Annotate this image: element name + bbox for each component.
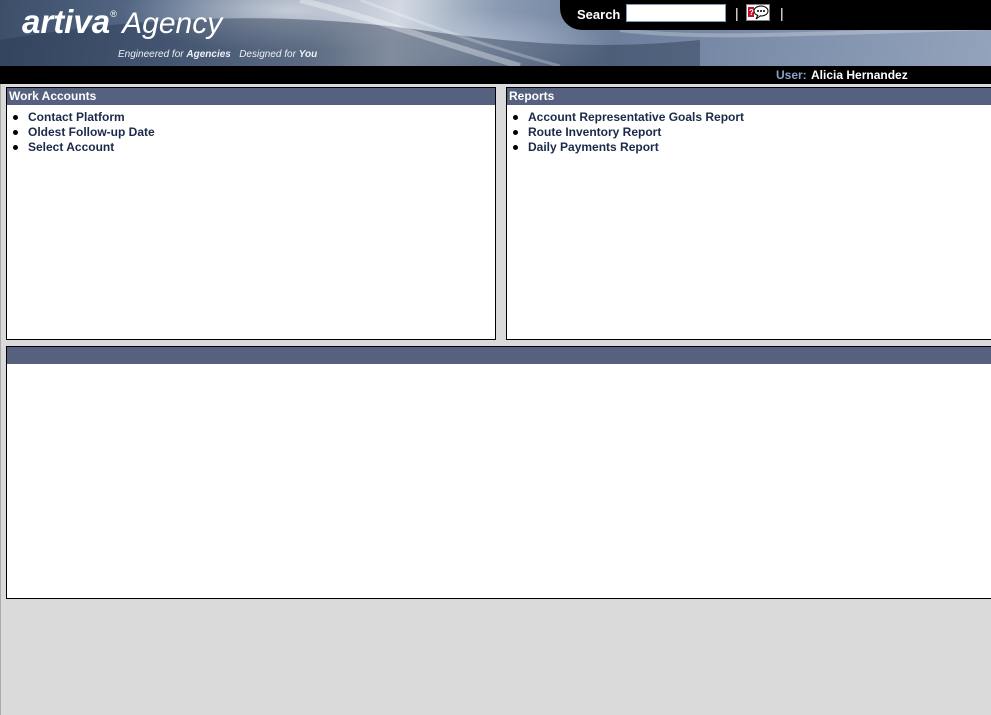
separator: | [780, 5, 784, 21]
select-account-link[interactable]: Select Account [28, 140, 114, 154]
work-accounts-panel: Work Accounts Contact Platform Oldest Fo… [6, 87, 496, 340]
daily-payments-report-link[interactable]: Daily Payments Report [528, 140, 659, 154]
help-chat-button[interactable]: ? [746, 4, 770, 21]
reports-header: Reports [507, 88, 991, 105]
list-item: Route Inventory Report [507, 125, 991, 140]
reports-list: Account Representative Goals Report Rout… [507, 110, 991, 155]
tagline-designed: Designed for [239, 49, 299, 60]
list-item: Contact Platform [7, 110, 495, 125]
search-panel [560, 0, 991, 30]
user-label: User: [776, 68, 807, 82]
bullet-icon [13, 145, 18, 150]
tagline-agencies: Agencies [186, 49, 231, 60]
oldest-follow-up-date-link[interactable]: Oldest Follow-up Date [28, 125, 155, 139]
account-representative-goals-report-link[interactable]: Account Representative Goals Report [528, 110, 744, 124]
bullet-icon [13, 130, 18, 135]
left-border [0, 84, 1, 715]
logo-brand: artiva [22, 3, 111, 40]
svg-text:?: ? [749, 8, 754, 17]
bottom-panel [6, 346, 991, 599]
contact-platform-link[interactable]: Contact Platform [28, 110, 125, 124]
tagline-you: You [298, 49, 318, 60]
search-label: Search [577, 7, 621, 22]
list-item: Oldest Follow-up Date [7, 125, 495, 140]
list-item: Daily Payments Report [507, 140, 991, 155]
route-inventory-report-link[interactable]: Route Inventory Report [528, 125, 661, 139]
list-item: Account Representative Goals Report [507, 110, 991, 125]
user-bar: User: Alicia Hernandez [0, 66, 991, 84]
bottom-panel-header [7, 347, 991, 364]
reports-panel: Reports Account Representative Goals Rep… [506, 87, 991, 340]
work-accounts-list: Contact Platform Oldest Follow-up Date S… [7, 110, 495, 155]
bullet-icon [513, 145, 518, 150]
search-input[interactable] [626, 4, 726, 22]
bullet-icon [513, 130, 518, 135]
separator: | [735, 5, 739, 21]
tagline: Engineered for Agencies Designed for You [118, 49, 317, 60]
work-accounts-header: Work Accounts [7, 88, 495, 105]
tagline-engineered: Engineered for [118, 49, 187, 60]
user-name: Alicia Hernandez [811, 68, 908, 82]
help-chat-icon: ? [748, 5, 769, 20]
logo-registered-mark: ® [110, 9, 117, 19]
list-item: Select Account [7, 140, 495, 155]
logo-product: Agency [122, 7, 223, 40]
bullet-icon [513, 115, 518, 120]
bullet-icon [13, 115, 18, 120]
artiva-agency-logo: artiva® Agency [22, 3, 222, 41]
